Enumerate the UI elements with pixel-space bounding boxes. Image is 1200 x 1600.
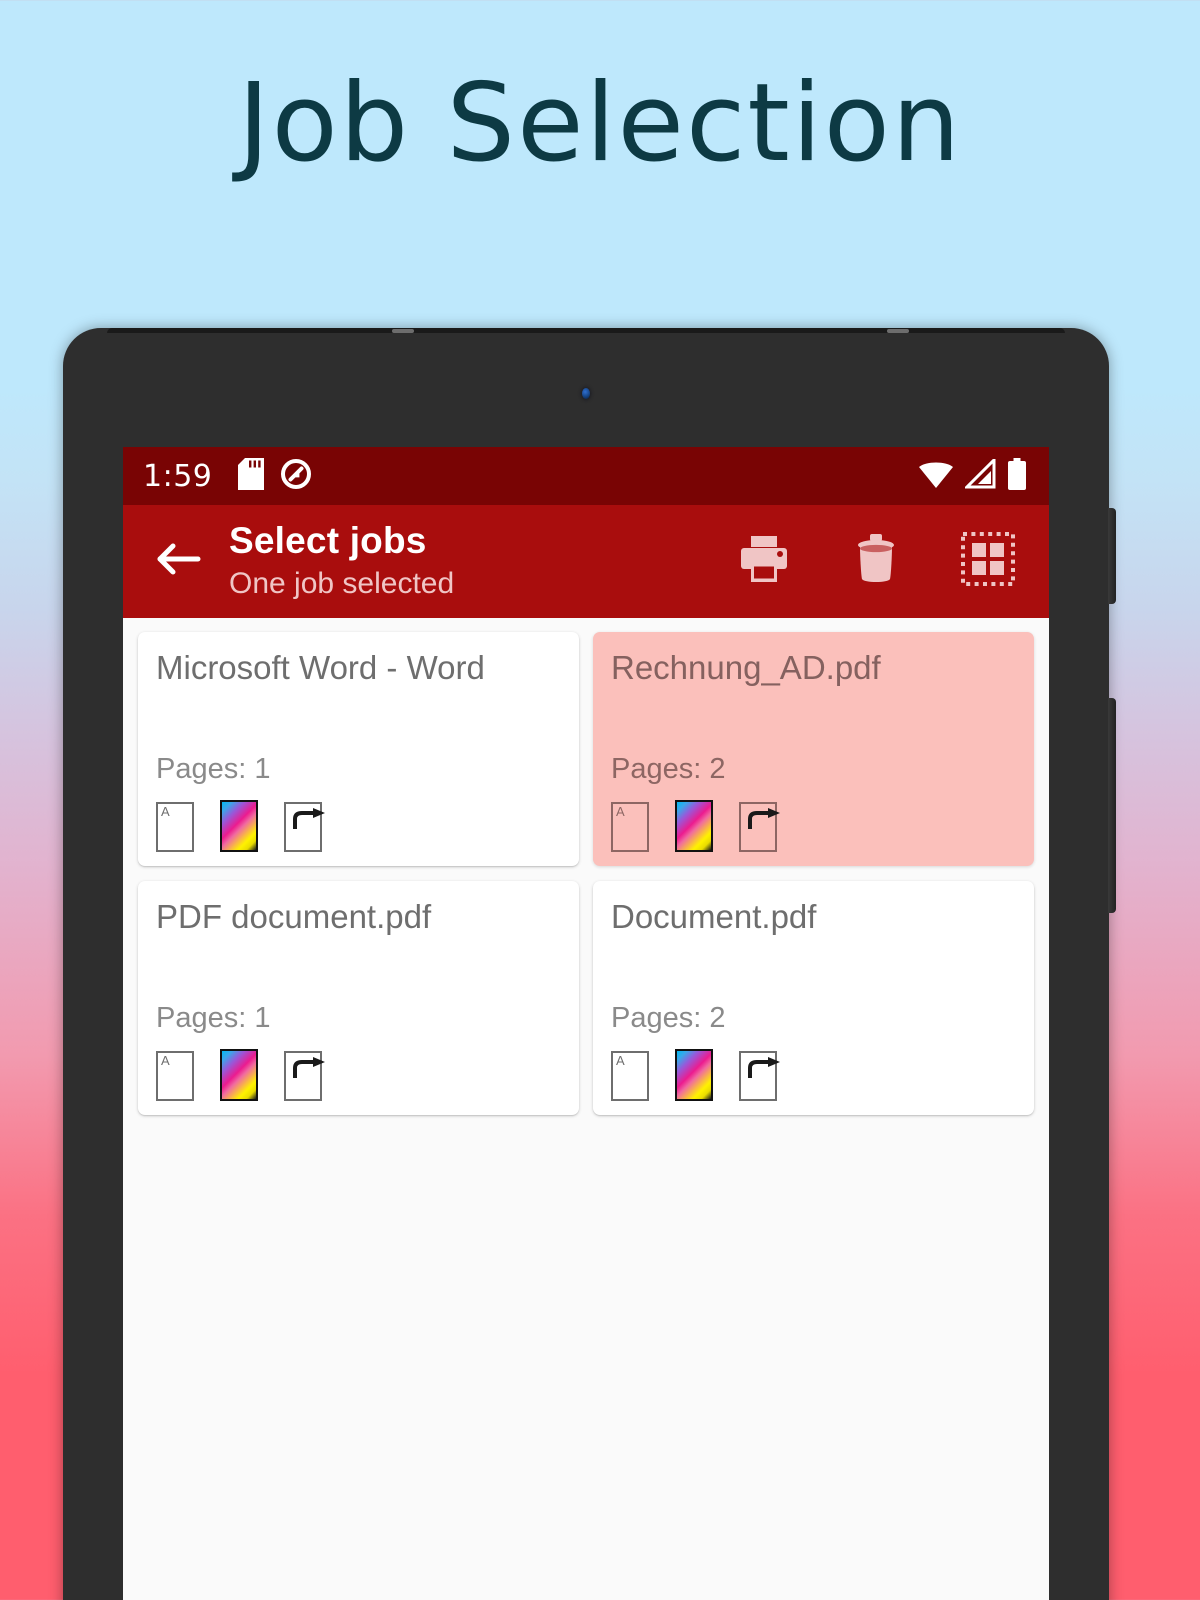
duplex-icon[interactable] [284,1051,325,1101]
job-card[interactable]: Document.pdf Pages: 2 [593,881,1034,1115]
device-screen: 1:59 Select jobs One job selected Micros… [123,447,1049,1600]
app-bar-actions [735,532,1025,591]
color-mode-icon[interactable] [220,800,258,852]
device-top-edge [107,328,1065,333]
trash-icon [853,533,899,590]
print-button[interactable] [735,533,793,591]
job-title: Rechnung_AD.pdf [611,649,881,686]
select-all-icon [961,532,1015,591]
printer-icon [738,534,790,589]
promo-title: Job Selection [237,61,963,186]
duplex-icon[interactable] [739,802,780,852]
select-all-button[interactable] [959,532,1017,591]
job-card[interactable]: PDF document.pdf Pages: 1 [138,881,579,1115]
tablet-device-frame: 1:59 Select jobs One job selected Micros… [63,328,1116,1600]
status-bar: 1:59 [123,447,1049,505]
battery-icon [1007,457,1027,495]
page-title: Select jobs [229,520,427,562]
duplex-icon[interactable] [284,802,325,852]
status-clock: 1:59 [143,458,213,494]
job-title: PDF document.pdf [156,898,432,935]
job-attribute-icons [611,1045,1016,1101]
job-page-count: Pages: 2 [611,753,726,786]
job-attribute-icons [156,796,561,852]
color-mode-icon[interactable] [675,800,713,852]
front-camera-icon [582,388,590,399]
power-button[interactable] [1108,508,1116,604]
volume-button[interactable] [1108,698,1116,913]
status-left-icons [238,457,312,495]
speaker-slot-left [392,329,414,333]
duplex-icon[interactable] [739,1051,780,1101]
cell-signal-icon [963,455,996,494]
paper-size-icon[interactable] [156,802,194,852]
delete-button[interactable] [847,533,905,591]
job-attribute-icons [156,1045,561,1101]
job-title: Document.pdf [611,898,817,935]
app-bar-titles: Select jobs One job selected [229,520,454,602]
job-page-count: Pages: 1 [156,753,271,786]
back-arrow-icon [154,539,202,584]
paper-size-icon[interactable] [156,1051,194,1101]
selection-subtitle: One job selected [229,566,455,600]
speaker-slot-right [887,329,909,333]
job-list-grid: Microsoft Word - Word Pages: 1 Rechnung_… [123,618,1049,1115]
wifi-icon [918,459,954,494]
paper-size-icon[interactable] [611,802,649,852]
sd-card-icon [238,457,265,495]
job-attribute-icons [611,796,1016,852]
job-card[interactable]: Microsoft Word - Word Pages: 1 [138,632,579,866]
paper-size-icon[interactable] [611,1051,649,1101]
do-not-disturb-icon [280,458,312,495]
status-right-icons [918,455,1027,495]
back-button[interactable] [149,533,207,591]
job-page-count: Pages: 1 [156,1002,271,1035]
job-page-count: Pages: 2 [611,1002,726,1035]
app-bar: Select jobs One job selected [123,505,1049,618]
job-card[interactable]: Rechnung_AD.pdf Pages: 2 [593,632,1034,866]
color-mode-icon[interactable] [220,1049,258,1101]
color-mode-icon[interactable] [675,1049,713,1101]
job-title: Microsoft Word - Word [156,649,485,686]
